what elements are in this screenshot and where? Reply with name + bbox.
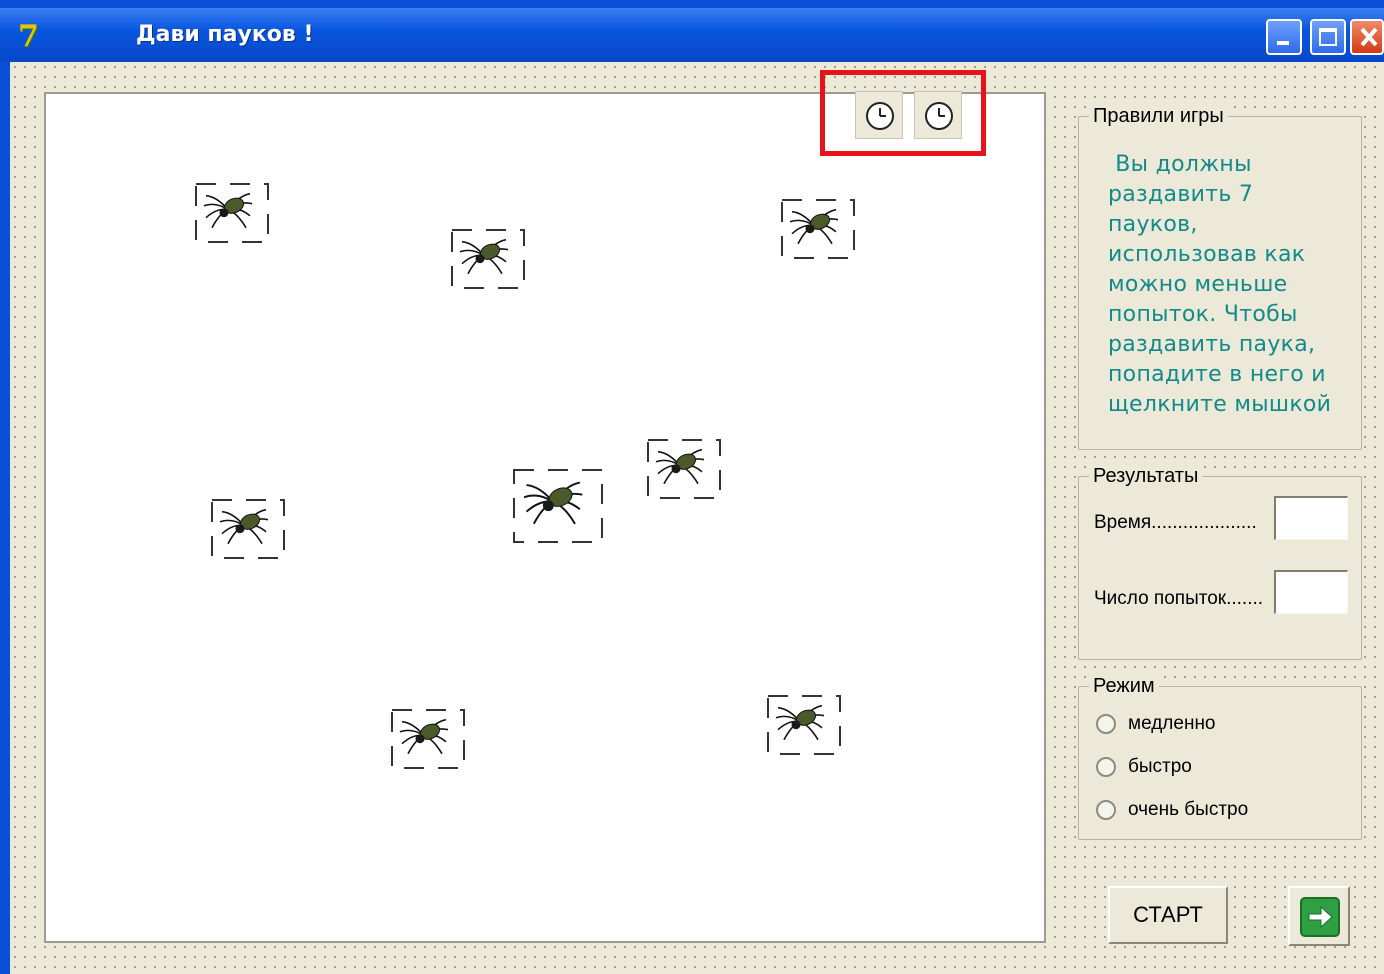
rules-line: пауков, <box>1108 212 1198 237</box>
rules-line: попыток. Чтобы <box>1108 302 1298 327</box>
rules-text: Вы должны раздавить 7 пауков, использова… <box>1108 150 1348 420</box>
start-button[interactable]: СТАРТ <box>1108 886 1228 944</box>
mode-option-label: очень быстро <box>1128 799 1249 820</box>
arrow-right-icon <box>1300 897 1340 937</box>
spider-image[interactable] <box>510 466 606 546</box>
radio-button[interactable] <box>1096 757 1116 777</box>
timer-highlight-frame <box>820 70 986 156</box>
spider-image[interactable] <box>208 496 288 562</box>
next-button[interactable] <box>1288 886 1350 946</box>
rules-line: раздавить паука, <box>1108 332 1316 357</box>
maximize-button[interactable] <box>1310 19 1346 55</box>
spider-icon <box>195 183 269 243</box>
rules-line: щелкните мышкой <box>1108 392 1332 417</box>
spider-icon <box>767 695 841 755</box>
minimize-button[interactable] <box>1266 19 1302 55</box>
spider-icon <box>391 709 465 769</box>
rules-line: попадите в него и <box>1108 362 1326 387</box>
time-label: Время.................... <box>1094 512 1257 533</box>
results-caption: Результаты <box>1089 465 1203 488</box>
spider-image[interactable] <box>192 180 272 246</box>
radio-button[interactable] <box>1096 800 1116 820</box>
mode-option-label: быстро <box>1128 756 1192 777</box>
minimize-icon <box>1277 41 1289 45</box>
radio-button[interactable] <box>1096 714 1116 734</box>
close-button[interactable] <box>1350 19 1384 55</box>
spider-image[interactable] <box>644 436 724 502</box>
spider-image[interactable] <box>388 706 468 772</box>
rules-line: использовав как <box>1108 242 1306 267</box>
spider-image[interactable] <box>764 692 844 758</box>
attempts-field[interactable] <box>1274 570 1348 614</box>
title-bar[interactable]: 7 Дави пауков ! <box>0 8 1384 62</box>
close-icon <box>1356 23 1382 56</box>
rules-line: Вы должны <box>1108 152 1252 177</box>
spider-icon <box>647 439 721 499</box>
spider-image[interactable] <box>778 196 858 262</box>
spider-icon <box>513 469 603 543</box>
spider-icon <box>451 229 525 289</box>
app-icon[interactable]: 7 <box>18 22 46 52</box>
spider-image[interactable] <box>448 226 528 292</box>
rules-line: можно меньше <box>1108 272 1288 297</box>
attempts-label: Число попыток....... <box>1094 588 1264 609</box>
mode-option-label: медленно <box>1128 713 1216 734</box>
window-title: Дави пауков ! <box>136 22 314 47</box>
rules-caption: Правили игры <box>1089 105 1228 128</box>
spider-icon <box>211 499 285 559</box>
spider-icon <box>781 199 855 259</box>
main-window: 7 Дави пауков ! Правили игры Вы должны р… <box>0 0 1384 974</box>
rules-line: раздавить 7 <box>1108 182 1254 207</box>
time-field[interactable] <box>1274 496 1348 540</box>
mode-caption: Режим <box>1089 675 1159 698</box>
maximize-icon <box>1319 28 1337 46</box>
